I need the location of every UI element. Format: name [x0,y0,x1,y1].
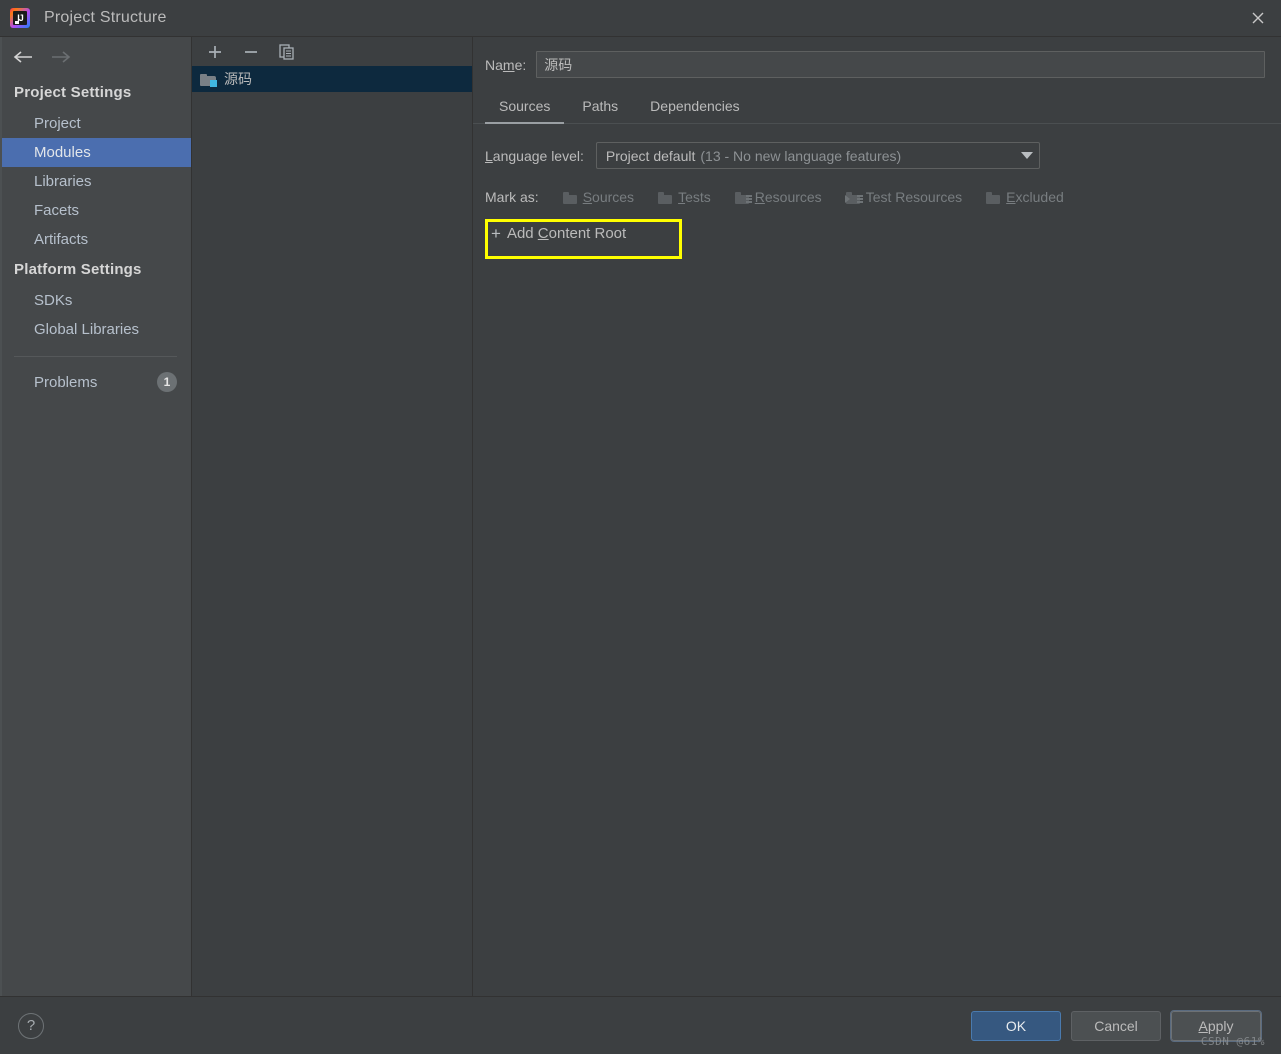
module-detail-pane: Name: 源码 Sources Paths Dependencies Lang… [473,37,1281,996]
page-title: Project Structure [44,9,167,26]
sidebar-item-libraries[interactable]: Libraries [0,167,191,196]
language-level-label: Language level: [485,147,584,164]
folder-excluded-icon [986,191,1001,204]
modules-list: 源码 [192,66,472,996]
list-item[interactable]: 源码 [192,66,472,92]
ok-button[interactable]: OK [971,1010,1061,1041]
detail-empty-space [473,259,1281,996]
folder-resources-icon [734,191,752,204]
nav-buttons [0,37,191,77]
help-icon[interactable]: ? [18,1012,44,1039]
chevron-down-icon [1020,152,1033,159]
mark-as-sources: Sources [562,189,635,205]
mark-as-tests-label: Tests [678,189,711,205]
detail-tabs: Sources Paths Dependencies [473,78,1281,124]
name-input[interactable]: 源码 [536,51,1265,78]
sidebar-item-sdks[interactable]: SDKs [0,286,191,315]
mark-as-test-resources-label: Test Resources [865,189,963,205]
folder-sources-icon [562,191,578,204]
problems-count-badge: 1 [157,372,177,392]
sidebar-item-project[interactable]: Project [0,109,191,138]
tab-dependencies[interactable]: Dependencies [636,92,754,123]
problems-label: Problems [34,373,98,391]
add-content-root-area: + Add Content Root [485,219,682,259]
dialog-footer: ? OK Cancel Apply CSDN @61% [0,996,1281,1054]
sidebar-item-problems[interactable]: Problems 1 [0,367,191,397]
sidebar-divider [14,356,177,357]
sidebar-section-project-settings: Project Settings [14,84,132,101]
name-row: Name: 源码 [473,37,1281,78]
project-structure-dialog: IJ Project Structure Project Settings Pr… [0,0,1281,1054]
language-level-select[interactable]: Project default (13 - No new language fe… [595,142,1040,169]
language-level-row: Language level: Project default (13 - No… [473,124,1281,169]
mark-as-sources-label: Sources [582,189,635,205]
folder-tests-icon [658,191,673,204]
mark-as-test-resources: Test Resources [844,189,963,205]
mark-as-resources: Resources [734,189,822,205]
watermark: CSDN @61% [1200,1035,1265,1048]
copy-icon[interactable] [274,40,300,64]
mark-as-label: Mark as: [485,189,539,205]
sidebar-item-artifacts[interactable]: Artifacts [0,225,191,254]
sidebar-item-facets[interactable]: Facets [0,196,191,225]
arrow-right-icon[interactable] [50,49,72,65]
add-content-root-button[interactable]: + Add Content Root [491,223,627,243]
tab-paths[interactable]: Paths [568,92,632,123]
mark-as-row: Mark as: Sources Tests Resources Test Re… [473,169,1281,205]
name-label: Name: [485,56,527,73]
intellij-logo-icon: IJ [10,8,30,28]
mark-as-tests: Tests [658,189,711,205]
sidebar-section-platform-settings: Platform Settings [14,261,142,278]
settings-sidebar: Project Settings Project Modules Librari… [0,37,192,996]
modules-pane: 源码 [192,37,473,996]
sidebar-item-global-libraries[interactable]: Global Libraries [0,315,191,344]
module-folder-icon [200,72,217,87]
folder-test-resources-icon [844,191,863,204]
mark-as-excluded-label: Excluded [1006,189,1064,205]
mark-as-resources-label: Resources [754,189,822,205]
minus-icon[interactable] [238,40,264,64]
add-content-root-label: Add Content Root [506,225,627,242]
module-name: 源码 [224,71,252,87]
plus-icon[interactable] [202,40,228,64]
language-level-value: Project default [605,147,696,164]
logo-label: IJ [17,13,24,23]
language-level-detail: (13 - No new language features) [700,147,902,164]
arrow-left-icon[interactable] [12,49,34,65]
mark-as-excluded: Excluded [986,189,1064,205]
sidebar-item-modules[interactable]: Modules [0,138,191,167]
plus-icon: + [491,223,501,243]
title-bar: IJ Project Structure [0,0,1281,36]
dialog-body: Project Settings Project Modules Librari… [0,36,1281,996]
cancel-button[interactable]: Cancel [1071,1010,1161,1041]
tab-sources[interactable]: Sources [485,92,565,124]
modules-toolbar [192,37,472,66]
close-icon[interactable] [1235,0,1281,36]
